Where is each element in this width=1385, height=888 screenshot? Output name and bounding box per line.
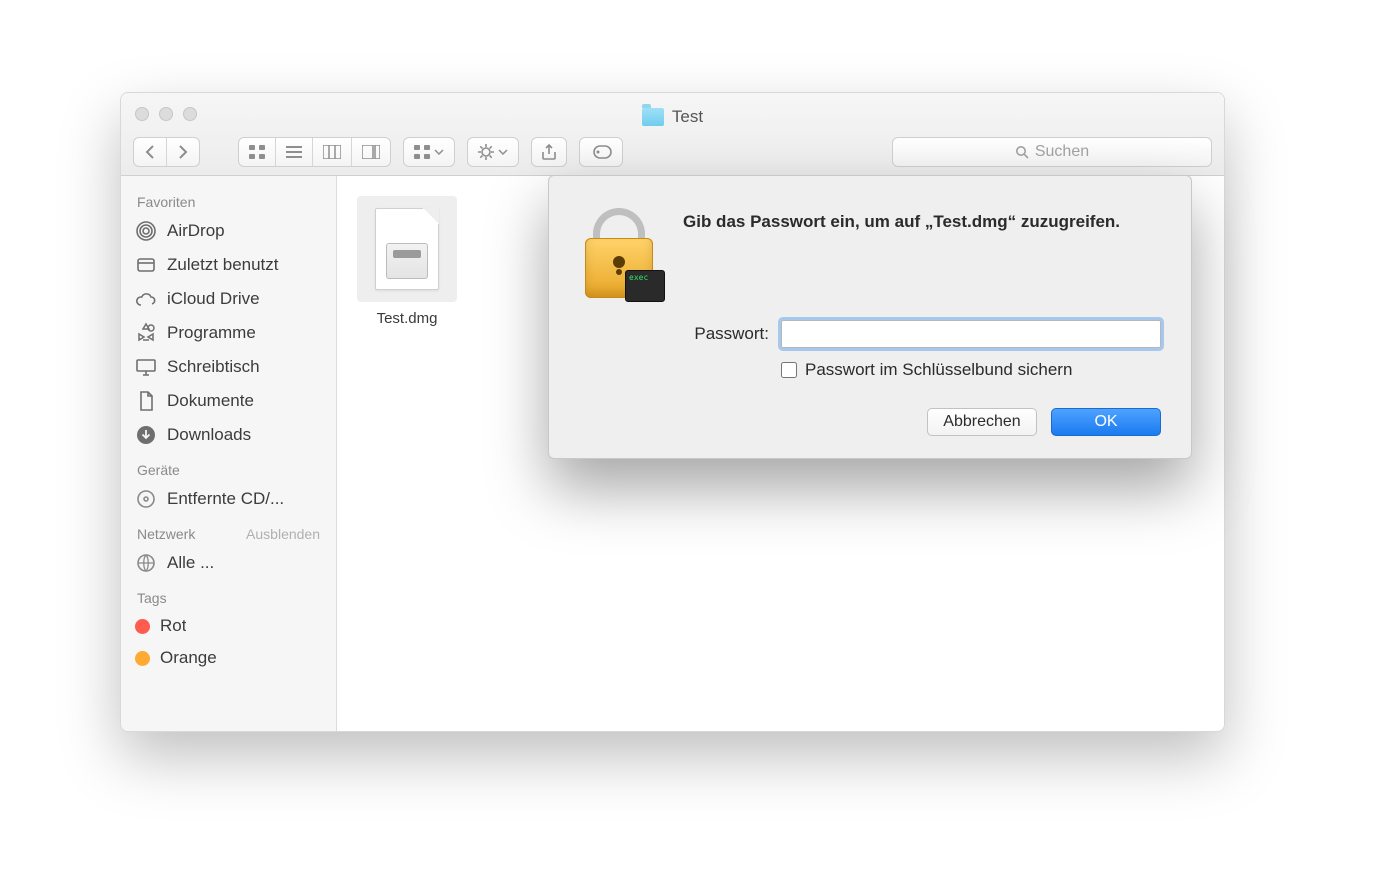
view-switcher [238,137,391,167]
sidebar-item-label: Zuletzt benutzt [167,255,279,275]
chevron-down-icon [498,149,508,155]
columns-icon [323,145,341,159]
keychain-label: Passwort im Schlüsselbund sichern [805,360,1072,380]
cancel-button[interactable]: Abbrechen [927,408,1037,436]
window-title-text: Test [672,107,703,127]
list-icon [286,145,302,159]
sidebar-tag-red[interactable]: Rot [121,610,336,642]
dialog-message: Gib das Passwort ein, um auf „Test.dmg“ … [683,204,1161,298]
password-input[interactable] [781,320,1161,348]
sidebar-item-label: iCloud Drive [167,289,260,309]
chevron-right-icon [177,145,189,159]
sidebar: Favoriten AirDrop Zuletzt benutzt iCloud… [121,176,337,731]
search-field[interactable]: Suchen [892,137,1212,167]
toolbar: Suchen [133,137,1212,167]
ok-button[interactable]: OK [1051,408,1161,436]
share-icon [542,144,556,160]
group-icon [414,145,430,159]
chevron-down-icon [434,149,444,155]
search-icon [1015,145,1029,159]
folder-icon [642,108,664,126]
forward-button[interactable] [166,138,199,166]
action-menu-inner[interactable] [468,138,518,166]
sidebar-item-label: Programme [167,323,256,343]
nav-buttons [133,137,200,167]
view-list-button[interactable] [275,138,312,166]
back-button[interactable] [134,138,166,166]
sidebar-item-label: Entfernte CD/... [167,489,284,509]
view-icons-button[interactable] [239,138,275,166]
sidebar-item-airdrop[interactable]: AirDrop [121,214,336,248]
gallery-icon [362,145,380,159]
gear-icon [478,144,494,160]
sidebar-heading-favorites: Favoriten [121,184,336,214]
titlebar: Test [121,93,1224,176]
desktop-icon [135,356,157,378]
group-by-button[interactable] [403,137,455,167]
sidebar-heading-devices: Geräte [121,452,336,482]
globe-icon [135,552,157,574]
sidebar-item-label: AirDrop [167,221,225,241]
recents-icon [135,254,157,276]
sidebar-item-desktop[interactable]: Schreibtisch [121,350,336,384]
exec-badge-icon: exec [625,270,665,302]
sidebar-item-label: Rot [160,616,186,636]
edit-tags-button[interactable] [579,137,623,167]
sidebar-heading-label: Tags [137,590,167,606]
lock-icon: exec [579,204,659,298]
sidebar-item-label: Orange [160,648,217,668]
file-item[interactable]: Test.dmg [357,196,457,327]
sidebar-hide-button[interactable]: Ausblenden [246,526,320,542]
search-placeholder: Suchen [1035,143,1089,161]
view-columns-button[interactable] [312,138,351,166]
tag-icon [590,145,612,159]
sidebar-item-recents[interactable]: Zuletzt benutzt [121,248,336,282]
group-by-inner[interactable] [404,138,454,166]
sidebar-item-network-all[interactable]: Alle ... [121,546,336,580]
sidebar-item-label: Alle ... [167,553,214,573]
view-gallery-button[interactable] [351,138,390,166]
applications-icon [135,322,157,344]
password-label: Passwort: [683,324,769,344]
sidebar-item-icloud[interactable]: iCloud Drive [121,282,336,316]
grid-icon [249,145,265,159]
sidebar-tag-orange[interactable]: Orange [121,642,336,674]
sidebar-heading-network: Netzwerk Ausblenden [121,516,336,546]
tag-dot-icon [135,651,150,666]
sidebar-item-label: Dokumente [167,391,254,411]
chevron-left-icon [144,145,156,159]
share-button[interactable] [531,137,567,167]
sidebar-item-applications[interactable]: Programme [121,316,336,350]
documents-icon [135,390,157,412]
sidebar-item-remote-disc[interactable]: Entfernte CD/... [121,482,336,516]
tag-dot-icon [135,619,150,634]
airdrop-icon [135,220,157,242]
file-name: Test.dmg [357,310,457,327]
sidebar-item-label: Downloads [167,425,251,445]
file-thumbnail [357,196,457,302]
sidebar-item-documents[interactable]: Dokumente [121,384,336,418]
downloads-icon [135,424,157,446]
sidebar-heading-label: Netzwerk [137,526,195,542]
keychain-checkbox[interactable] [781,362,797,378]
dmg-file-icon [375,208,439,290]
edit-tags-inner[interactable] [580,138,622,166]
sidebar-heading-tags: Tags [121,580,336,610]
window-title: Test [121,107,1224,127]
cloud-icon [135,288,157,310]
sidebar-item-downloads[interactable]: Downloads [121,418,336,452]
password-dialog: exec Gib das Passwort ein, um auf „Test.… [548,175,1192,459]
disc-icon [135,488,157,510]
sidebar-item-label: Schreibtisch [167,357,260,377]
sidebar-heading-label: Favoriten [137,194,195,210]
action-menu-button[interactable] [467,137,519,167]
sidebar-heading-label: Geräte [137,462,180,478]
share-inner[interactable] [532,138,566,166]
